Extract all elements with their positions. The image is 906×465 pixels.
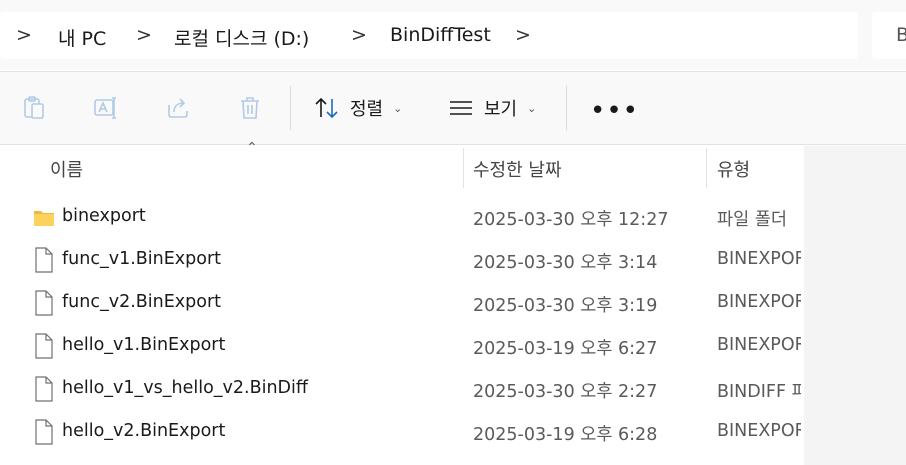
column-divider[interactable]: [706, 148, 707, 188]
file-name[interactable]: func_v2.BinExport: [62, 292, 221, 312]
list-item[interactable]: hello_v2.BinExport 2025-03-19 오후 6:28 BI…: [0, 411, 804, 454]
trash-icon[interactable]: [237, 95, 263, 121]
toolbar-divider: [290, 86, 291, 130]
file-type: BINEXPORT: [717, 335, 801, 355]
file-icon: [35, 247, 53, 273]
column-header-type[interactable]: 유형: [717, 156, 750, 182]
list-item[interactable]: hello_v1_vs_hello_v2.BinDiff 2025-03-30 …: [0, 368, 804, 411]
file-name[interactable]: hello_v2.BinExport: [62, 421, 225, 441]
breadcrumb-chevron-icon[interactable]: >: [515, 24, 531, 46]
sort-arrows-icon: [315, 97, 338, 119]
share-icon[interactable]: [165, 95, 191, 121]
chevron-down-icon: ⌄: [393, 101, 403, 115]
file-modified: 2025-03-30 오후 12:27: [473, 210, 669, 230]
file-modified: 2025-03-19 오후 6:28: [473, 425, 658, 445]
file-icon: [35, 376, 53, 402]
list-item[interactable]: hello_v1.BinExport 2025-03-19 오후 6:27 BI…: [0, 325, 804, 368]
file-name[interactable]: binexport: [62, 206, 146, 226]
file-type: 파일 폴더: [717, 210, 787, 230]
file-type: BINEXPORT: [717, 421, 801, 441]
file-name[interactable]: hello_v1_vs_hello_v2.BinDiff: [62, 378, 308, 398]
file-name[interactable]: func_v1.BinExport: [62, 249, 221, 269]
sort-label: 정렬: [350, 99, 384, 120]
breadcrumb-item-this-pc[interactable]: 내 PC: [58, 24, 106, 51]
address-bar-region: > 내 PC > 로컬 디스크 (D:) > BinDiffTest > B: [0, 0, 906, 70]
command-bar: 정렬 ⌄ 보기 ⌄: [0, 72, 906, 144]
file-modified: 2025-03-30 오후 3:14: [473, 253, 658, 273]
list-item[interactable]: func_v1.BinExport 2025-03-30 오후 3:14 BIN…: [0, 239, 804, 282]
list-item[interactable]: func_v2.BinExport 2025-03-30 오후 3:19 BIN…: [0, 282, 804, 325]
column-header-name[interactable]: 이름: [50, 156, 83, 182]
search-text: B: [896, 24, 906, 46]
divider: [0, 144, 906, 145]
folder-icon: [34, 211, 54, 226]
breadcrumb[interactable]: > 내 PC > 로컬 디스크 (D:) > BinDiffTest >: [0, 12, 858, 59]
sort-ascending-icon: ⌃: [246, 140, 258, 156]
file-type: BINEXPORT: [717, 292, 801, 312]
file-type: BINEXPORT: [717, 249, 801, 269]
breadcrumb-chevron-icon[interactable]: >: [351, 24, 367, 46]
rename-icon[interactable]: [93, 95, 119, 121]
file-modified: 2025-03-30 오후 2:27: [473, 382, 658, 402]
file-type: BINDIFF 파: [717, 382, 801, 402]
clipboard-icon[interactable]: [21, 95, 47, 121]
breadcrumb-chevron-icon[interactable]: >: [16, 24, 32, 46]
search-input[interactable]: B: [872, 12, 906, 59]
file-modified: 2025-03-19 오후 6:27: [473, 339, 658, 359]
file-icon: [35, 419, 53, 445]
chevron-down-icon: ⌄: [527, 101, 537, 115]
file-icon: [35, 333, 53, 359]
column-divider[interactable]: [463, 148, 464, 188]
breadcrumb-item-local-disk[interactable]: 로컬 디스크 (D:): [174, 24, 309, 51]
sort-button[interactable]: 정렬 ⌄: [314, 92, 402, 124]
details-pane-gap: [804, 146, 906, 465]
view-list-icon: [450, 101, 472, 115]
view-button[interactable]: 보기 ⌄: [448, 92, 536, 124]
column-header-modified[interactable]: 수정한 날짜: [473, 156, 562, 182]
view-label: 보기: [484, 99, 518, 120]
more-options-button[interactable]: •••: [590, 96, 639, 126]
list-item[interactable]: binexport 2025-03-30 오후 12:27 파일 폴더: [0, 196, 804, 239]
breadcrumb-item-bindifftest[interactable]: BinDiffTest: [390, 24, 491, 46]
file-name[interactable]: hello_v1.BinExport: [62, 335, 225, 355]
file-modified: 2025-03-30 오후 3:19: [473, 296, 658, 316]
toolbar-divider: [566, 86, 567, 130]
breadcrumb-chevron-icon[interactable]: >: [136, 24, 152, 46]
file-icon: [35, 290, 53, 316]
